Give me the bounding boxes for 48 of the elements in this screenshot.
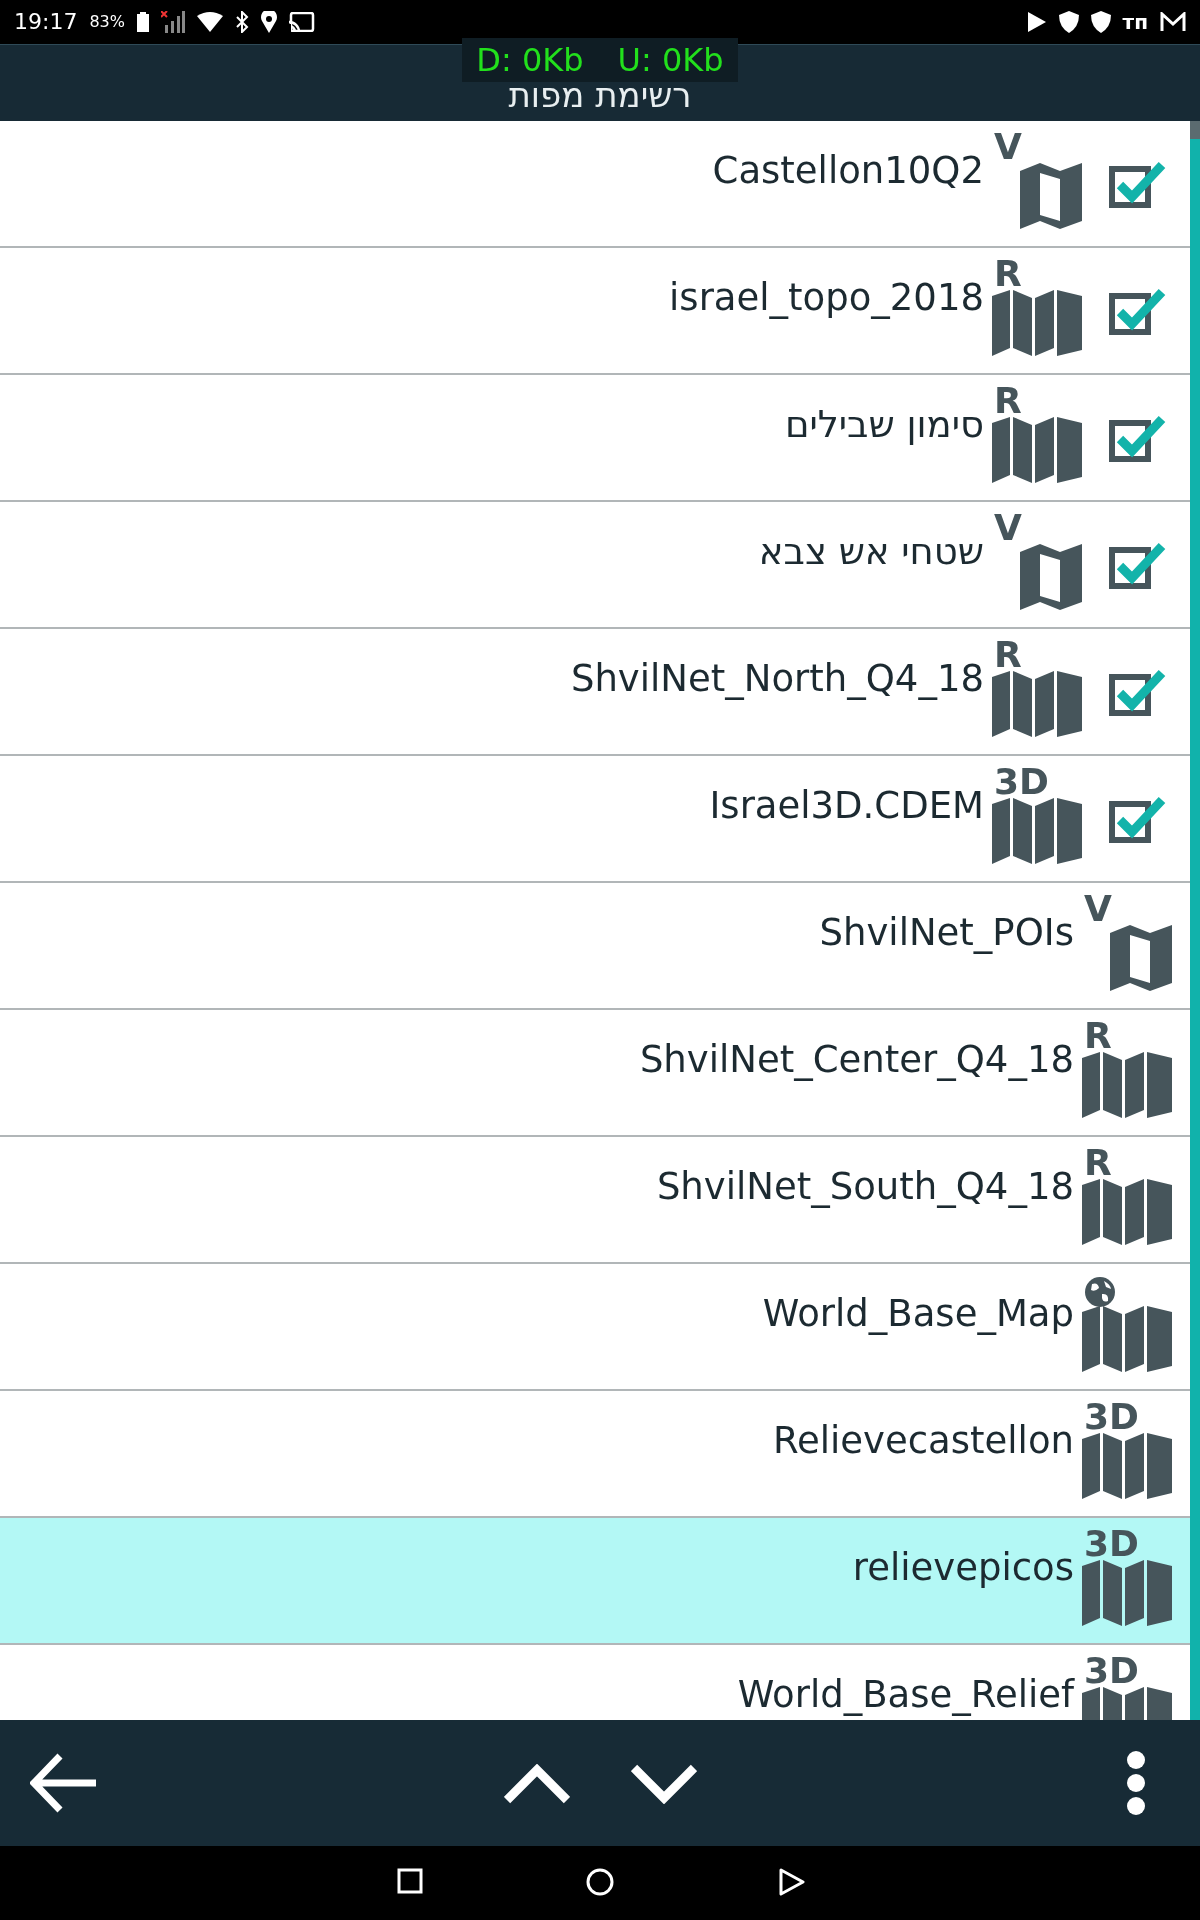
map-name: ShvilNet_North_Q4_18	[570, 659, 984, 700]
down-chevron-icon[interactable]	[631, 1764, 697, 1805]
up-chevron-icon[interactable]	[504, 1764, 570, 1805]
map-name: World_Base_Relief	[737, 1675, 1074, 1716]
map-type-label: V	[1084, 891, 1112, 928]
cast-icon	[288, 12, 315, 32]
recents-icon[interactable]	[397, 1868, 423, 1895]
notification-text: тп	[1122, 10, 1148, 34]
map-type-label: R	[1084, 1145, 1112, 1182]
shield-icon	[1090, 11, 1111, 33]
shield-icon	[1058, 11, 1079, 33]
battery-icon	[136, 12, 149, 32]
map-name: ShvilNet_South_Q4_18	[656, 1167, 1074, 1208]
map-type-label: 3D	[1084, 1399, 1139, 1436]
globe-icon	[1084, 1276, 1116, 1309]
bluetooth-icon	[234, 11, 249, 33]
wifi-icon	[196, 12, 223, 32]
more-icon[interactable]	[1126, 1750, 1146, 1817]
map-name: Relievecastellon	[773, 1421, 1074, 1462]
back-icon[interactable]	[779, 1868, 805, 1897]
play-icon	[1026, 11, 1047, 33]
map-type-label: 3D	[1084, 1653, 1139, 1690]
map-name: ShvilNet_POIs	[819, 913, 1074, 954]
map-name: ShvilNet_Center_Q4_18	[639, 1040, 1074, 1081]
map-name: סימון שבילים	[784, 405, 984, 446]
map-type-label: 3D	[994, 764, 1049, 801]
battery-percent: 83%	[89, 12, 125, 32]
map-list-item[interactable]: relievepicos 3D	[0, 1517, 1190, 1645]
home-icon[interactable]	[586, 1868, 614, 1897]
scrollbar[interactable]	[1190, 120, 1200, 1721]
map-type-label: R	[994, 383, 1022, 420]
map-type-label: V	[994, 510, 1022, 547]
map-name: World_Base_Map	[762, 1294, 1074, 1335]
map-name: Israel3D.CDEM	[709, 786, 984, 827]
location-icon	[260, 11, 277, 33]
map-name: שטחי אש צבא	[758, 532, 984, 573]
map-name: relievepicos	[852, 1548, 1074, 1589]
mail-icon	[1160, 12, 1186, 32]
map-type-label: R	[994, 637, 1022, 674]
signal-icon	[160, 11, 185, 33]
map-type-label: R	[994, 256, 1022, 293]
back-arrow-icon[interactable]	[30, 1753, 96, 1814]
map-name: israel_topo_2018	[669, 278, 984, 319]
map-name: Castellon10Q2	[712, 151, 984, 192]
clock: 19:17	[14, 9, 78, 35]
map-type-label: 3D	[1084, 1526, 1139, 1563]
map-type-label: R	[1084, 1018, 1112, 1055]
map-type-label: V	[994, 129, 1022, 166]
